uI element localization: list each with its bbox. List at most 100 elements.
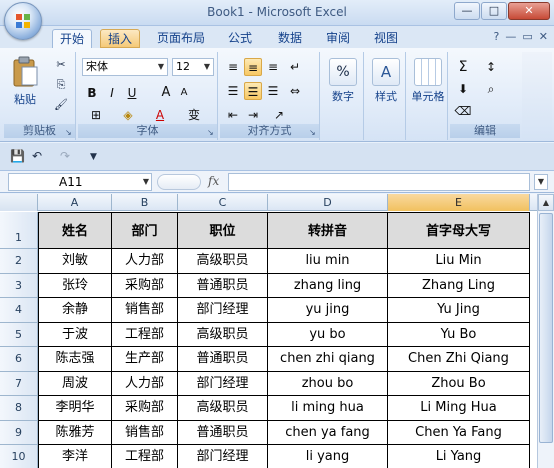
scroll-thumb[interactable] [539, 213, 553, 443]
table-cell[interactable]: 部门经理 [178, 371, 268, 396]
header-cell[interactable]: 首字母大写 [388, 212, 530, 249]
styles-button[interactable]: A 样式 [370, 58, 402, 104]
table-cell[interactable]: 高级职员 [178, 322, 268, 347]
align-right-icon[interactable]: ☰ [264, 82, 282, 100]
help-icon[interactable]: ? [494, 30, 500, 43]
row-header[interactable]: 9 [0, 420, 38, 445]
underline-button[interactable]: U [124, 84, 140, 102]
table-cell[interactable]: 李洋 [38, 445, 112, 468]
ribbon-close-icon[interactable]: ✕ [539, 30, 548, 43]
row-header[interactable]: 4 [0, 298, 38, 323]
table-cell[interactable]: 工程部 [112, 322, 178, 347]
cells-button[interactable]: 单元格 [410, 58, 446, 104]
font-name-select[interactable]: 宋体 ▼ [82, 58, 168, 76]
row-header[interactable]: 5 [0, 322, 38, 347]
column-header-d[interactable]: D [268, 194, 388, 211]
table-cell[interactable]: 销售部 [112, 420, 178, 445]
italic-button[interactable]: I [104, 84, 120, 102]
grow-font-button[interactable]: A [158, 84, 174, 102]
table-cell[interactable]: 部门经理 [178, 298, 268, 323]
table-cell[interactable]: 采购部 [112, 396, 178, 421]
table-cell[interactable]: 人力部 [112, 249, 178, 274]
header-cell[interactable]: 部门 [112, 212, 178, 249]
align-top-icon[interactable]: ≡ [224, 58, 242, 76]
align-left-icon[interactable]: ☰ [224, 82, 242, 100]
table-cell[interactable]: yu bo [268, 322, 388, 347]
table-cell[interactable]: 部门经理 [178, 445, 268, 468]
vertical-scrollbar[interactable]: ▲ [537, 194, 554, 468]
table-cell[interactable]: Zhou Bo [388, 371, 530, 396]
align-middle-icon[interactable]: ≡ [244, 58, 262, 76]
font-dialog-launcher-icon[interactable]: ↘ [207, 129, 215, 137]
row-header[interactable]: 1 [0, 212, 38, 249]
paste-button[interactable]: 粘贴 [6, 56, 44, 107]
table-cell[interactable]: yu jing [268, 298, 388, 323]
bold-button[interactable]: B [84, 84, 100, 102]
column-header-e[interactable]: E [388, 194, 530, 211]
table-cell[interactable]: 周波 [38, 371, 112, 396]
number-format-button[interactable]: % 数字 [326, 58, 360, 104]
column-header-b[interactable]: B [112, 194, 178, 211]
column-header-c[interactable]: C [178, 194, 268, 211]
redo-icon[interactable]: ↷ [60, 149, 70, 163]
table-cell[interactable]: 销售部 [112, 298, 178, 323]
minimize-button[interactable]: — [454, 2, 480, 20]
row-header[interactable]: 6 [0, 347, 38, 372]
table-cell[interactable]: Li Ming Hua [388, 396, 530, 421]
table-cell[interactable]: li ming hua [268, 396, 388, 421]
table-cell[interactable]: 张玲 [38, 273, 112, 298]
ribbon-minimize-icon[interactable]: — [505, 30, 516, 43]
table-cell[interactable]: 人力部 [112, 371, 178, 396]
insert-function-icon[interactable]: fx [208, 174, 219, 188]
borders-icon[interactable]: ⊞ [84, 106, 108, 124]
customize-toolbar-icon[interactable]: ▼ [90, 152, 97, 162]
cut-icon[interactable]: ✂ [52, 56, 70, 74]
copy-icon[interactable]: ⎘ [52, 76, 70, 94]
undo-icon[interactable]: ↶ [32, 149, 42, 163]
header-cell[interactable]: 姓名 [38, 212, 112, 249]
clipboard-dialog-launcher-icon[interactable]: ↘ [65, 129, 73, 137]
table-cell[interactable]: 余静 [38, 298, 112, 323]
table-cell[interactable]: 刘敏 [38, 249, 112, 274]
ribbon-restore-icon[interactable]: ▭ [522, 30, 532, 43]
header-cell[interactable]: 转拼音 [268, 212, 388, 249]
formula-input[interactable] [228, 173, 530, 191]
table-cell[interactable]: li yang [268, 445, 388, 468]
table-cell[interactable]: 普通职员 [178, 347, 268, 372]
office-button[interactable] [4, 2, 42, 40]
tab-review[interactable]: 审阅 [318, 29, 358, 48]
table-cell[interactable]: liu min [268, 249, 388, 274]
find-select-icon[interactable]: ⌕ [480, 80, 502, 98]
font-size-select[interactable]: 12 ▼ [172, 58, 214, 76]
table-cell[interactable]: Yu Jing [388, 298, 530, 323]
shrink-font-button[interactable]: A [176, 84, 192, 102]
select-all-corner[interactable] [0, 194, 38, 211]
wrap-text-icon[interactable]: ↵ [286, 58, 304, 76]
table-cell[interactable]: Zhang Ling [388, 273, 530, 298]
table-cell[interactable]: 高级职员 [178, 249, 268, 274]
row-header[interactable]: 8 [0, 396, 38, 421]
table-cell[interactable]: 李明华 [38, 396, 112, 421]
table-cell[interactable]: 采购部 [112, 273, 178, 298]
table-cell[interactable]: 高级职员 [178, 396, 268, 421]
name-box[interactable]: A11 ▼ [8, 173, 152, 191]
autosum-icon[interactable]: Σ [454, 58, 472, 76]
clear-icon[interactable]: ⌫ [454, 102, 472, 120]
table-cell[interactable]: 于波 [38, 322, 112, 347]
tab-page-layout[interactable]: 页面布局 [150, 29, 212, 48]
alignment-dialog-launcher-icon[interactable]: ↘ [309, 129, 317, 137]
row-header[interactable]: 3 [0, 273, 38, 298]
sort-filter-icon[interactable]: ↕ [480, 58, 502, 76]
close-button[interactable]: ✕ [508, 2, 550, 20]
tab-data[interactable]: 数据 [270, 29, 310, 48]
column-header-a[interactable]: A [38, 194, 112, 211]
table-cell[interactable]: Chen Ya Fang [388, 420, 530, 445]
maximize-button[interactable]: □ [481, 2, 507, 20]
fill-color-icon[interactable]: ◈ [116, 106, 140, 124]
phonetic-button[interactable]: 变 [182, 106, 206, 124]
expand-formula-bar-icon[interactable]: ▼ [534, 174, 548, 190]
table-cell[interactable]: 普通职员 [178, 420, 268, 445]
header-cell[interactable]: 职位 [178, 212, 268, 249]
fill-icon[interactable]: ⬇ [454, 80, 472, 98]
align-bottom-icon[interactable]: ≡ [264, 58, 282, 76]
